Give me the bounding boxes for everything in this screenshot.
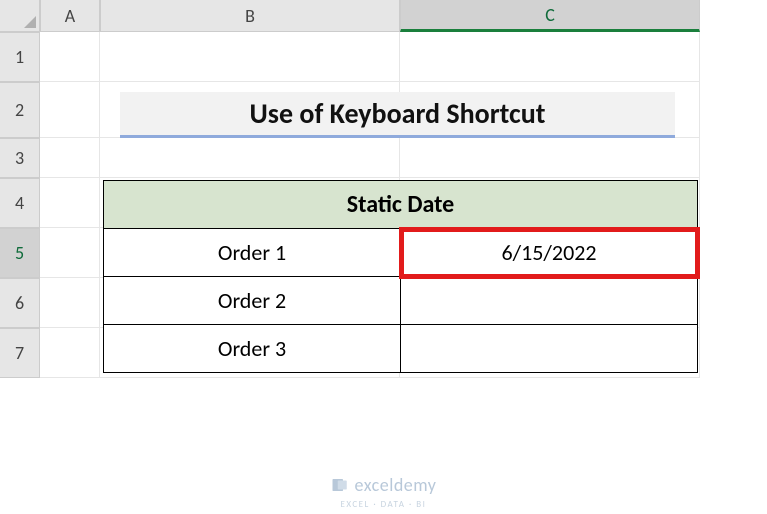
row-header-2[interactable]: 2 bbox=[0, 82, 40, 138]
row-header-6[interactable]: 6 bbox=[0, 278, 40, 328]
order-label[interactable]: Order 3 bbox=[104, 325, 401, 373]
watermark: exceldemy bbox=[0, 474, 767, 496]
cell-A5[interactable] bbox=[40, 228, 100, 278]
order-label[interactable]: Order 2 bbox=[104, 277, 401, 325]
order-value-highlighted[interactable]: 6/15/2022 bbox=[401, 229, 698, 277]
table-row: Order 1 6/15/2022 bbox=[104, 229, 698, 277]
cell-A6[interactable] bbox=[40, 278, 100, 328]
cell-B3[interactable] bbox=[100, 138, 400, 178]
row-header-1[interactable]: 1 bbox=[0, 32, 40, 82]
table-row: Order 3 bbox=[104, 325, 698, 373]
col-header-C[interactable]: C bbox=[400, 0, 700, 32]
excel-icon bbox=[331, 476, 349, 494]
cell-A3[interactable] bbox=[40, 138, 100, 178]
cell-A7[interactable] bbox=[40, 328, 100, 378]
cell-A2[interactable] bbox=[40, 82, 100, 138]
cell-C1[interactable] bbox=[400, 32, 700, 82]
row-header-5[interactable]: 5 bbox=[0, 228, 40, 278]
row-header-4[interactable]: 4 bbox=[0, 178, 40, 228]
watermark-sub: EXCEL · DATA · BI bbox=[0, 499, 767, 510]
row-header-3[interactable]: 3 bbox=[0, 138, 40, 178]
order-label[interactable]: Order 1 bbox=[104, 229, 401, 277]
table-header: Static Date bbox=[104, 181, 698, 229]
cell-B1[interactable] bbox=[100, 32, 400, 82]
watermark-text: exceldemy bbox=[355, 474, 437, 496]
cell-C3[interactable] bbox=[400, 138, 700, 178]
row-header-7[interactable]: 7 bbox=[0, 328, 40, 378]
col-header-A[interactable]: A bbox=[40, 0, 100, 32]
cell-A1[interactable] bbox=[40, 32, 100, 82]
table-row: Order 2 bbox=[104, 277, 698, 325]
order-value[interactable] bbox=[401, 277, 698, 325]
static-date-table: Static Date Order 1 6/15/2022 Order 2 Or… bbox=[103, 180, 698, 373]
select-all-corner[interactable] bbox=[0, 0, 40, 32]
col-header-B[interactable]: B bbox=[100, 0, 400, 32]
order-value[interactable] bbox=[401, 325, 698, 373]
page-title: Use of Keyboard Shortcut bbox=[120, 92, 675, 138]
cell-A4[interactable] bbox=[40, 178, 100, 228]
